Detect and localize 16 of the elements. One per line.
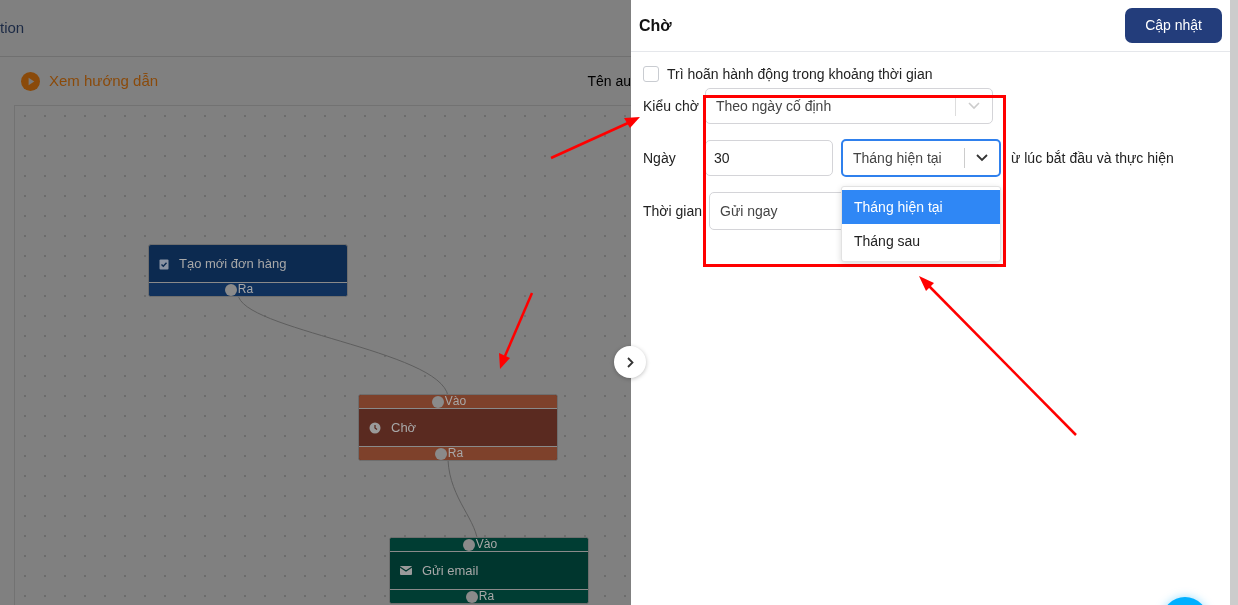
node-title: Tạo mới đơn hàng bbox=[179, 254, 287, 273]
port-label: Ra bbox=[237, 283, 254, 296]
field-label: Ngày bbox=[643, 148, 677, 168]
checkbox-label: Trì hoãn hành động trong khoảng thời gian bbox=[667, 64, 933, 84]
name-label: Tên au bbox=[587, 71, 631, 91]
panel-title: Chờ bbox=[639, 15, 672, 36]
port-label: Ra bbox=[447, 447, 464, 460]
port-label: Ra bbox=[478, 590, 495, 603]
page-title: tion bbox=[0, 17, 25, 38]
field-label: Thời gian bbox=[643, 201, 703, 221]
suffix-text: ừ lúc bắt đầu và thực hiện bbox=[1011, 148, 1174, 168]
node-title: Chờ bbox=[391, 418, 417, 437]
port-label: Vào bbox=[444, 395, 467, 408]
field-label: Kiểu chờ bbox=[643, 97, 700, 116]
node-title: Gửi email bbox=[422, 561, 479, 580]
port-label: Vào bbox=[475, 538, 498, 551]
